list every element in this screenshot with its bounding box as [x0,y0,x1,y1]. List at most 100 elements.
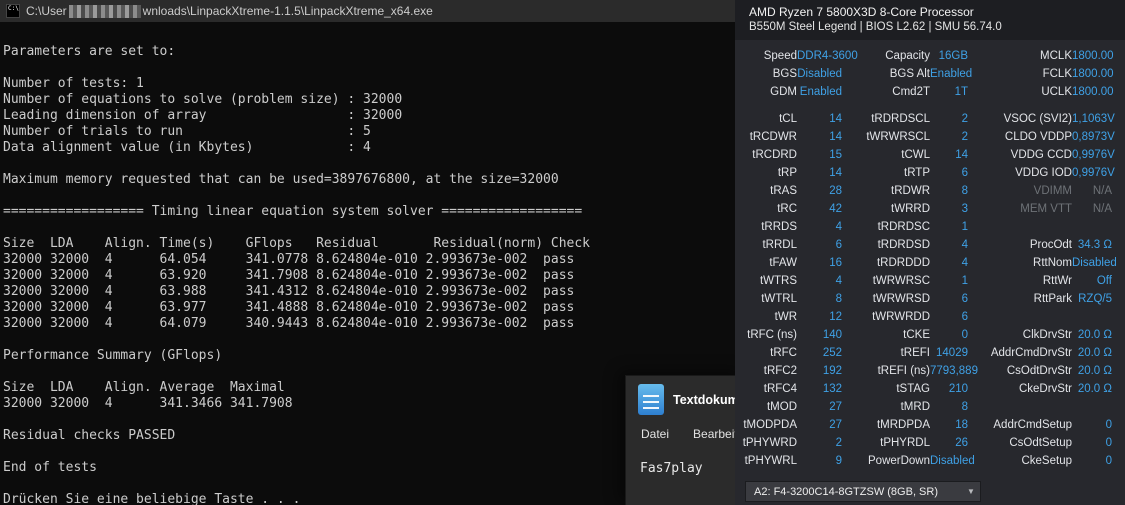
timing-value: Disabled [797,68,842,80]
timing-value: 2 [961,131,968,143]
zen-row: tWTRS 4 tWRWRSC 1 RttWr Off [735,272,1125,290]
terminal-title-prefix: C:\User [26,4,67,18]
timing-value: 20.0 Ω [1077,329,1112,341]
timing-value: 6 [835,239,842,251]
redacted-path-block [68,4,141,18]
timing-label: CsOdtDrvStr [1006,365,1072,377]
timing-value: 4 [961,239,968,251]
timing-label: tPHYRDL [880,437,930,449]
timing-label: tREFI (ns) [877,365,930,377]
memory-module-value: A2: F4-3200C14-8GTZSW (8GB, SR) [754,485,938,498]
timing-value: 15 [829,149,842,161]
timing-value: 132 [822,383,842,395]
timing-label: CkeSetup [1021,455,1072,467]
timing-value: 1800.00 [1072,86,1114,98]
timing-label: tRDRDSCL [871,113,930,125]
zen-row: BGS Disabled BGS Alt Enabled FCLK 1800.00 [735,65,1125,83]
memory-module-dropdown[interactable]: A2: F4-3200C14-8GTZSW (8GB, SR) ▼ [745,481,981,502]
timing-value: 0,8973V [1072,131,1115,143]
notepad-editor[interactable]: Fas7play [626,448,745,505]
timing-label: tCWL [901,149,930,161]
timing-label: AddrCmdDrvStr [990,347,1072,359]
timing-value: Disabled [1072,257,1117,269]
timing-value: 9 [835,455,842,467]
timing-label: tRRDS [761,221,797,233]
timing-value: 1 [961,275,968,287]
timing-value: 14 [955,149,968,161]
timing-value: N/A [1092,185,1112,197]
notepad-menubar: Datei Bearbeiten [626,423,745,448]
zen-row: tRP 14 tRTP 6 VDDG IOD 0,9976V [735,164,1125,182]
timing-value: 8 [961,185,968,197]
timing-value: 16GB [938,50,968,62]
timing-value: 27 [829,401,842,413]
timing-label: MEM VTT [1020,203,1072,215]
cpu-name: AMD Ryzen 7 5800X3D 8-Core Processor [749,5,974,19]
timing-label: AddrCmdSetup [993,419,1072,431]
timing-value: 252 [822,347,842,359]
zen-row: tRRDL 6 tRDRDSD 4 ProcOdt 34.3 Ω [735,236,1125,254]
timing-value: RZQ/5 [1078,293,1112,305]
timing-value: 1800.00 [1072,50,1114,62]
timing-label: tRP [777,167,797,179]
timing-label: tWRRD [891,203,930,215]
timing-value: 210 [948,383,968,395]
timing-label: BGS [772,68,797,80]
timing-value: 4 [835,275,842,287]
zentimings-window: AMD Ryzen 7 5800X3D 8-Core Processor B55… [735,0,1125,505]
timing-label: tRCDRD [752,149,797,161]
zen-section: Speed DDR4-3600 Capacity 16GB MCLK 1800.00 BGS… [735,47,1125,101]
zen-row: tPHYWRL 9 PowerDown Disabled CkeSetup 0 [735,452,1125,470]
zen-row: tRFC2 192 tREFI (ns) 7793,889 CsOdtDrvStr 20.… [735,362,1125,380]
timing-label: tCL [779,113,797,125]
notepad-titlebar[interactable]: Textdokument [626,376,745,423]
timing-label: RttWr [1042,275,1072,287]
timing-label: tRDRDSD [877,239,930,251]
timing-label: RttNom [1033,257,1072,269]
timing-value: 1,1063V [1072,113,1115,125]
timing-label: VDDG IOD [1015,167,1072,179]
zen-row: tRCDRD 15 tCWL 14 VDDG CCD 0,9976V [735,146,1125,164]
timing-label: VDIMM [1033,185,1072,197]
timing-value: 26 [955,437,968,449]
timing-label: tRTP [904,167,930,179]
timing-value: 16 [829,257,842,269]
zen-row: tRFC (ns) 140 tCKE 0 ClkDrvStr 20.0 Ω [735,326,1125,344]
timing-label: tRDWR [891,185,930,197]
timing-value: Enabled [799,86,842,98]
timing-label: tPHYWRL [744,455,797,467]
timing-label: tREFI [900,347,930,359]
timing-label: PowerDown [868,455,930,467]
menu-item-datei[interactable]: Datei [641,427,669,441]
timing-value: DDR4-3600 [797,50,858,62]
timing-value: 4 [961,257,968,269]
timing-value: 18 [955,419,968,431]
timing-value: 20.0 Ω [1077,347,1112,359]
timing-value: 12 [829,311,842,323]
timing-label: RttPark [1033,293,1072,305]
zen-row: Speed DDR4-3600 Capacity 16GB MCLK 1800.00 [735,47,1125,65]
timing-label: tPHYWRD [742,437,797,449]
timing-label: UCLK [1041,86,1072,98]
timing-label: tRFC2 [763,365,797,377]
timing-label: tMODPDA [743,419,797,431]
timing-label: MCLK [1040,50,1072,62]
timing-value: 192 [822,365,842,377]
timing-label: GDM [770,86,797,98]
terminal-title-suffix: wnloads\LinpackXtreme-1.1.5\LinpackXtrem… [142,4,433,18]
timing-label: tRFC [770,347,797,359]
zen-row: tMODPDA 27 tMRDPDA 18 AddrCmdSetup 0 [735,416,1125,434]
timing-value: 14 [829,167,842,179]
screen: C:\ C:\User wnloads\LinpackXtreme-1.1.5\… [0,0,1125,505]
zen-row: tFAW 16 tRDRDDD 4 RttNom Disabled [735,254,1125,272]
timing-label: tWR [774,311,797,323]
notepad-window: Textdokument Datei Bearbeiten Fas7play [625,375,745,505]
cmd-icon: C:\ [6,4,20,18]
timing-value: 2 [961,113,968,125]
timing-value: 20.0 Ω [1077,383,1112,395]
timing-label: tRFC4 [763,383,797,395]
timing-value: 1T [954,86,968,98]
terminal-titlebar[interactable]: C:\ C:\User wnloads\LinpackXtreme-1.1.5\… [0,0,735,22]
timing-label: Cmd2T [892,86,930,98]
timing-label: tCKE [903,329,930,341]
